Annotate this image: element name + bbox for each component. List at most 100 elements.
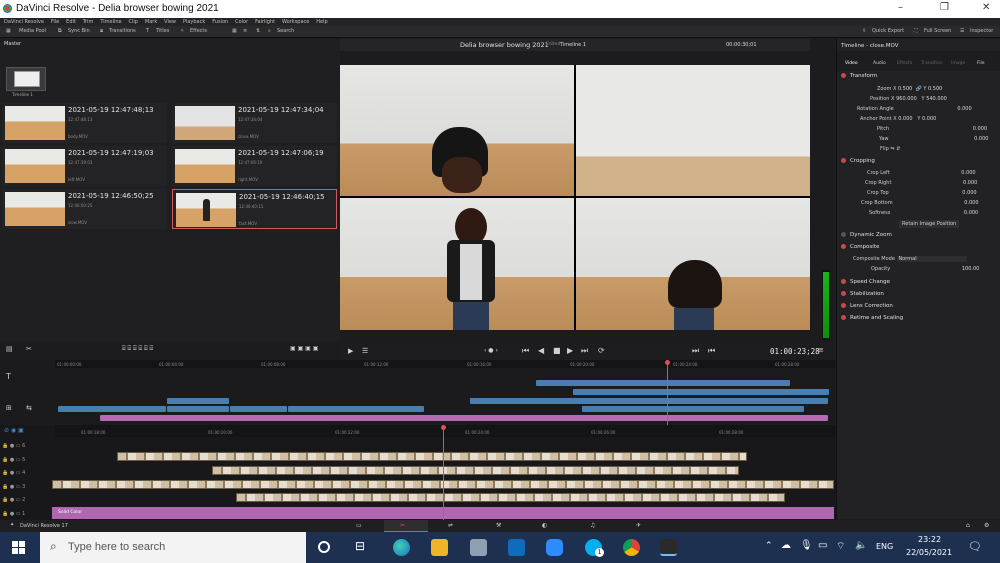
taskbar-search-box[interactable]: ⌕ Type here to search xyxy=(40,532,306,563)
edge-icon[interactable] xyxy=(393,539,410,556)
tab-video[interactable]: Video xyxy=(845,61,858,66)
retain-image-position-button[interactable]: Retain Image Position xyxy=(902,221,956,227)
color-page-icon[interactable]: ◐ xyxy=(542,522,547,529)
viewer-canvas[interactable] xyxy=(340,65,810,330)
menu-davinci[interactable]: DaVinci Resolve xyxy=(4,19,44,25)
crop-top-field[interactable]: 0.000 xyxy=(962,190,976,196)
menu-color[interactable]: Color xyxy=(235,19,248,25)
viewer-options-icon[interactable]: ☰ xyxy=(362,347,368,355)
close-button[interactable]: ✕ xyxy=(982,2,990,13)
upper-playhead[interactable] xyxy=(667,363,668,425)
clip-strip[interactable] xyxy=(212,466,739,475)
deliver-page-icon[interactable]: ✈ xyxy=(636,522,641,529)
retime-scaling-section[interactable]: Retime and Scaling xyxy=(841,315,996,325)
track-header[interactable]: 🔒 ● ▭ 3 xyxy=(2,481,25,495)
lower-playhead[interactable] xyxy=(443,427,444,520)
inspector-button[interactable]: Inspector xyxy=(970,28,993,34)
cortana-icon[interactable] xyxy=(318,541,330,553)
microphone-icon[interactable]: 🎙 xyxy=(800,540,813,551)
cut-page-tab[interactable]: ✂ xyxy=(384,520,428,532)
tray-chevron-icon[interactable]: ⌃ xyxy=(765,541,773,551)
track-header[interactable]: 🔒 ● ▭ 6 xyxy=(2,440,25,454)
clip-item[interactable]: 2021-05-19 12:47:06;19 12:47:06:19 right… xyxy=(172,146,337,186)
crop-bottom-field[interactable]: 0.000 xyxy=(964,200,978,206)
clip-strip[interactable] xyxy=(117,452,747,461)
clip-bar[interactable] xyxy=(167,398,229,404)
jog-icon[interactable]: ‹ ● › xyxy=(484,347,498,354)
enable-dot-icon[interactable] xyxy=(841,315,846,320)
effects-button[interactable]: Effects xyxy=(190,28,207,34)
lens-correction-section[interactable]: Lens Correction xyxy=(841,303,996,313)
clock-date[interactable]: 22/05/2021 xyxy=(906,548,952,557)
zoom-y-field[interactable]: 0.500 xyxy=(928,86,942,92)
transitions-button[interactable]: Transitions xyxy=(109,28,136,34)
crop-left-field[interactable]: 0.000 xyxy=(961,170,975,176)
menu-fusion[interactable]: Fusion xyxy=(212,19,228,25)
enable-dot-icon[interactable] xyxy=(841,291,846,296)
go-to-start-icon[interactable]: ⏮ xyxy=(522,346,529,356)
position-y-field[interactable]: 540.000 xyxy=(926,96,947,102)
clip-bar[interactable] xyxy=(470,398,828,404)
timeline-layout-icon[interactable]: ▤ xyxy=(6,345,13,353)
crop-right-field[interactable]: 0.000 xyxy=(963,180,977,186)
fusion-page-icon[interactable]: ⚒ xyxy=(496,522,501,529)
clip-bar[interactable] xyxy=(288,406,424,412)
notifications-icon[interactable]: 🗨 xyxy=(968,540,982,553)
edit-page-icon[interactable]: ⇌ xyxy=(448,522,453,529)
clip-bar[interactable] xyxy=(573,389,829,395)
menu-timeline[interactable]: Timeline xyxy=(100,19,121,25)
zoom-x-field[interactable]: 0.500 xyxy=(898,86,912,92)
tab-file[interactable]: File xyxy=(977,61,985,66)
davinci-resolve-taskbar-icon[interactable] xyxy=(660,539,677,556)
clip-bar[interactable] xyxy=(167,406,229,412)
retime-tool-icon[interactable]: ⇆ xyxy=(26,404,32,412)
prev-edit-icon[interactable]: ⏭ xyxy=(692,346,699,356)
enable-dot-icon[interactable] xyxy=(841,303,846,308)
clip-strip[interactable] xyxy=(236,493,785,502)
full-screen-button[interactable]: Full Screen xyxy=(924,28,951,34)
home-icon[interactable]: ⌂ xyxy=(966,522,970,529)
quick-export-button[interactable]: Quick Export xyxy=(872,28,904,34)
rotation-field[interactable]: 0.000 xyxy=(957,106,971,112)
upper-playhead-handle[interactable] xyxy=(665,360,670,365)
anchor-x-field[interactable]: 0.000 xyxy=(898,116,912,122)
clip-item[interactable]: 2021-05-19 12:47:48;13 12:47:48:13 body.… xyxy=(2,103,167,143)
razor-icon[interactable]: ✂ xyxy=(26,345,32,353)
play-icon[interactable]: ▶ xyxy=(567,346,573,355)
menu-workspace[interactable]: Workspace xyxy=(282,19,309,25)
task-view-icon[interactable]: ⊟ xyxy=(355,539,365,553)
minimize-button[interactable]: – xyxy=(898,2,903,13)
menu-mark[interactable]: Mark xyxy=(145,19,157,25)
file-explorer-icon[interactable] xyxy=(431,539,448,556)
transform-tool-icon[interactable]: ⊞ xyxy=(6,404,12,412)
network-icon[interactable]: ⌔ xyxy=(836,540,845,553)
clip-bar[interactable] xyxy=(582,406,804,412)
flip-horizontal-icon[interactable]: ⇋ xyxy=(890,146,894,152)
enable-dot-icon[interactable] xyxy=(841,279,846,284)
timeline-selector[interactable]: Timeline 1 xyxy=(560,42,586,48)
cropping-section[interactable]: Cropping xyxy=(841,158,996,168)
sync-bin-button[interactable]: Sync Bin xyxy=(68,28,90,34)
upper-ruler[interactable]: 01:00:00:00 01:00:04:00 01:00:08:00 01:0… xyxy=(55,360,835,368)
clip-bar[interactable] xyxy=(230,406,287,412)
clock-time[interactable]: 23:22 xyxy=(918,535,941,544)
outlook-icon[interactable] xyxy=(508,539,525,556)
timecode-menu-icon[interactable]: ≡ xyxy=(818,346,824,354)
tab-effects[interactable]: Effects xyxy=(897,61,912,66)
transform-section[interactable]: Transform xyxy=(841,73,996,83)
timeline-thumbnail[interactable] xyxy=(6,67,46,91)
softness-field[interactable]: 0.000 xyxy=(964,210,978,216)
fairlight-page-icon[interactable]: ♫ xyxy=(590,522,595,529)
reverse-play-icon[interactable]: ◀ xyxy=(538,346,544,355)
enable-dot-icon[interactable] xyxy=(841,73,846,78)
yaw-field[interactable]: 0.000 xyxy=(974,136,988,142)
track-tools-icon[interactable]: ⊘ ◉ ▣ xyxy=(4,427,24,434)
enable-dot-icon[interactable] xyxy=(841,158,846,163)
speed-change-section[interactable]: Speed Change xyxy=(841,279,996,289)
tab-image[interactable]: Image xyxy=(951,61,965,66)
media-pool-button[interactable]: Media Pool xyxy=(19,28,46,34)
media-page-icon[interactable]: ▭ xyxy=(356,522,362,529)
track-header[interactable]: 🔒 ● ▭ 2 xyxy=(2,494,25,508)
next-edit-icon[interactable]: ⏮ xyxy=(708,346,715,356)
onedrive-icon[interactable]: ☁ xyxy=(781,540,791,551)
